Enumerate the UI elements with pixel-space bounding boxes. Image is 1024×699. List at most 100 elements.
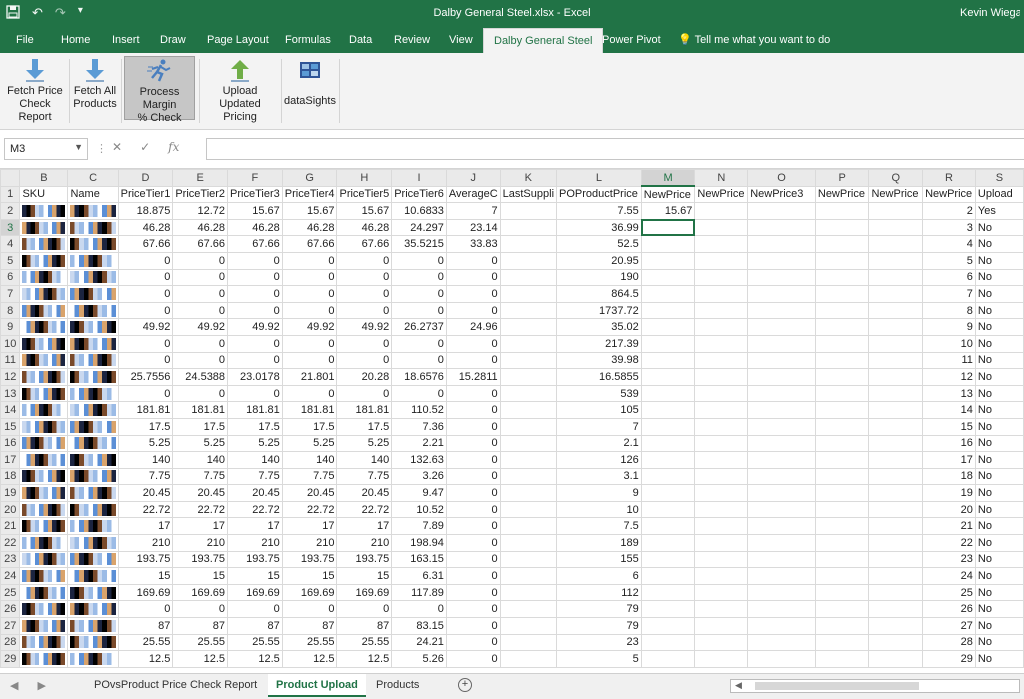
- cell-d18[interactable]: 7.75: [117, 467, 174, 486]
- cell-f3[interactable]: 46.28: [227, 218, 283, 237]
- cell-p27[interactable]: [814, 617, 870, 635]
- cell-h22[interactable]: 210: [336, 534, 393, 552]
- redacted-sku-cell[interactable]: [19, 202, 69, 220]
- cell-q20[interactable]: [868, 500, 924, 519]
- cell-q8[interactable]: [868, 301, 924, 320]
- cell-r28[interactable]: 28: [922, 633, 976, 652]
- column-header-p[interactable]: P: [814, 169, 870, 187]
- cell-g4[interactable]: 67.66: [281, 235, 338, 253]
- cell-s25[interactable]: No: [974, 583, 1024, 602]
- cell-n3[interactable]: [694, 218, 749, 237]
- cell-g8[interactable]: 0: [281, 301, 338, 320]
- row-header[interactable]: 4: [0, 235, 21, 253]
- cell-f29[interactable]: 12.5: [227, 650, 283, 668]
- cell-s14[interactable]: No: [974, 401, 1024, 419]
- cell-k19[interactable]: [499, 484, 558, 502]
- redacted-name-cell[interactable]: [67, 517, 119, 536]
- cell-n21[interactable]: [694, 517, 749, 536]
- tab-review[interactable]: Review: [392, 28, 432, 53]
- field-header-cell[interactable]: PriceTier2: [172, 185, 229, 204]
- redacted-sku-cell[interactable]: [19, 417, 69, 436]
- cell-j13[interactable]: 0: [445, 384, 501, 403]
- add-sheet-icon[interactable]: +: [458, 678, 472, 692]
- user-name[interactable]: Kevin Wiega: [960, 7, 1020, 19]
- cell-m6[interactable]: [640, 268, 696, 287]
- cell-e15[interactable]: 17.5: [172, 417, 229, 436]
- cell-q21[interactable]: [868, 517, 924, 536]
- chevron-down-icon[interactable]: ▼: [74, 142, 83, 152]
- cell-r4[interactable]: 4: [922, 235, 976, 253]
- cell-p25[interactable]: [814, 583, 870, 602]
- cell-q6[interactable]: [868, 268, 924, 287]
- redacted-name-cell[interactable]: [67, 467, 119, 486]
- cell-n11[interactable]: [694, 351, 749, 370]
- cell-j28[interactable]: 0: [445, 633, 501, 652]
- cell-h25[interactable]: 169.69: [336, 583, 393, 602]
- cell-j23[interactable]: 0: [445, 550, 501, 569]
- cell-p9[interactable]: [814, 318, 870, 336]
- cell-n7[interactable]: [694, 285, 749, 303]
- cell-q2[interactable]: [868, 202, 924, 220]
- cell-q3[interactable]: [868, 218, 924, 237]
- row-header[interactable]: 8: [0, 301, 21, 320]
- cell-j20[interactable]: 0: [445, 500, 501, 519]
- cancel-icon[interactable]: ✕: [112, 140, 122, 154]
- cell-n25[interactable]: [694, 583, 749, 602]
- row-header[interactable]: 23: [0, 550, 21, 569]
- cell-j25[interactable]: 0: [445, 583, 501, 602]
- cell-e2[interactable]: 12.72: [172, 202, 229, 220]
- cell-m17[interactable]: [640, 451, 696, 469]
- field-header-cell[interactable]: POProductPrice: [556, 185, 642, 204]
- cell-o24[interactable]: [747, 567, 816, 585]
- cell-i18[interactable]: 3.26: [391, 467, 447, 486]
- cell-l16[interactable]: 2.1: [556, 434, 642, 453]
- cell-n20[interactable]: [694, 500, 749, 519]
- cell-s6[interactable]: No: [974, 268, 1024, 287]
- cell-i14[interactable]: 110.52: [391, 401, 447, 419]
- cell-n26[interactable]: [694, 600, 749, 619]
- cell-k8[interactable]: [499, 301, 558, 320]
- scroll-left-icon[interactable]: ◀: [735, 680, 742, 691]
- cell-f18[interactable]: 7.75: [227, 467, 283, 486]
- cell-g13[interactable]: 0: [281, 384, 338, 403]
- sheet-tab-product-upload[interactable]: Product Upload: [268, 674, 366, 697]
- cell-r9[interactable]: 9: [922, 318, 976, 336]
- fetch-price-check-report-button[interactable]: Fetch Price Check Report: [4, 56, 66, 123]
- cell-m10[interactable]: [640, 334, 696, 353]
- cell-o28[interactable]: [747, 633, 816, 652]
- field-header-cell[interactable]: Name: [67, 185, 119, 204]
- cell-i23[interactable]: 163.15: [391, 550, 447, 569]
- cell-m8[interactable]: [640, 301, 696, 320]
- cell-s3[interactable]: No: [974, 218, 1024, 237]
- cell-l29[interactable]: 5: [556, 650, 642, 668]
- cell-g25[interactable]: 169.69: [281, 583, 338, 602]
- cell-j16[interactable]: 0: [445, 434, 501, 453]
- cell-g14[interactable]: 181.81: [281, 401, 338, 419]
- row-header[interactable]: 26: [0, 600, 21, 619]
- cell-s11[interactable]: No: [974, 351, 1024, 370]
- row-header[interactable]: 20: [0, 500, 21, 519]
- cell-k21[interactable]: [499, 517, 558, 536]
- column-header-r[interactable]: R: [922, 169, 976, 187]
- column-header-l[interactable]: L: [556, 169, 642, 187]
- cell-f9[interactable]: 49.92: [227, 318, 283, 336]
- cell-g20[interactable]: 22.72: [281, 500, 338, 519]
- field-header-cell[interactable]: LastSuppli: [499, 185, 558, 204]
- insert-function-icon[interactable]: fx: [168, 140, 179, 154]
- cell-p24[interactable]: [814, 567, 870, 585]
- cell-i20[interactable]: 10.52: [391, 500, 447, 519]
- cell-m14[interactable]: [640, 401, 696, 419]
- cell-e11[interactable]: 0: [172, 351, 229, 370]
- cell-k13[interactable]: [499, 384, 558, 403]
- cell-e3[interactable]: 46.28: [172, 218, 229, 237]
- cell-i6[interactable]: 0: [391, 268, 447, 287]
- cell-l19[interactable]: 9: [556, 484, 642, 502]
- cell-l23[interactable]: 155: [556, 550, 642, 569]
- cell-g5[interactable]: 0: [281, 251, 338, 270]
- cell-f21[interactable]: 17: [227, 517, 283, 536]
- cell-d3[interactable]: 46.28: [117, 218, 174, 237]
- cell-r22[interactable]: 22: [922, 534, 976, 552]
- field-header-cell[interactable]: NewPrice: [694, 185, 749, 204]
- cell-e14[interactable]: 181.81: [172, 401, 229, 419]
- cell-p8[interactable]: [814, 301, 870, 320]
